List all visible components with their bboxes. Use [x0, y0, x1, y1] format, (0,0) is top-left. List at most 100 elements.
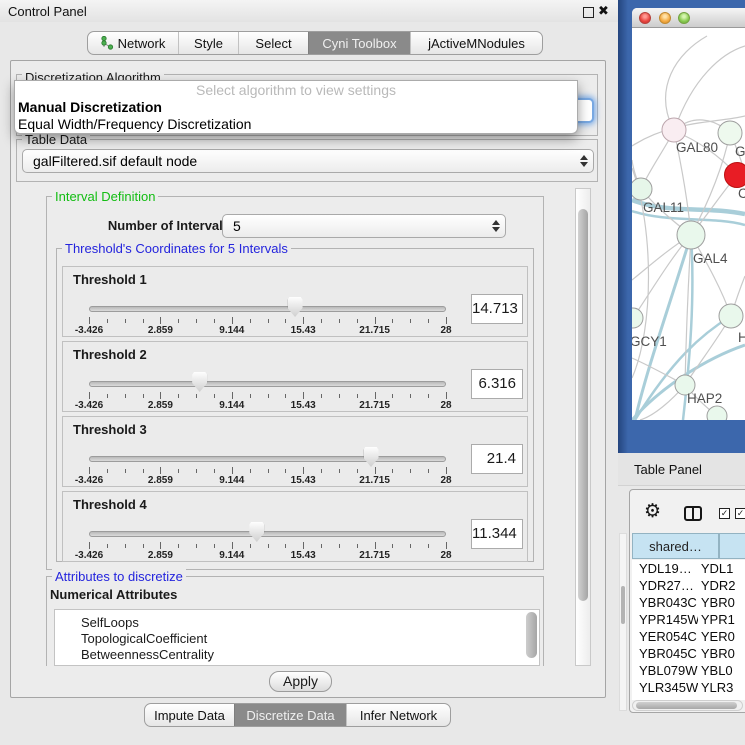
- attribute-list-item[interactable]: BetweennessCentrality: [55, 647, 539, 663]
- tab-infer-network[interactable]: Infer Network: [346, 704, 450, 726]
- scrollbar-thumb[interactable]: [578, 209, 588, 601]
- table-data-value: galFiltered.sif default node: [23, 153, 575, 169]
- threshold-label: Threshold 1: [73, 272, 147, 287]
- network-node[interactable]: [707, 406, 727, 420]
- network-node[interactable]: [662, 118, 686, 142]
- tab-select[interactable]: Select: [238, 32, 308, 54]
- numerical-attributes-label: Numerical Attributes: [50, 587, 177, 602]
- slider-ticks: [89, 317, 446, 325]
- network-view[interactable]: GAL80 GA C GAL11 GAL4 GCY1 HA HAP2: [632, 28, 745, 420]
- node-label: HA: [738, 330, 745, 345]
- node-label: C: [738, 186, 745, 201]
- table-panel-title: Table Panel: [634, 462, 702, 477]
- slider-ticks: [89, 542, 446, 550]
- network-node[interactable]: [677, 221, 705, 249]
- scrollbar-thumb[interactable]: [621, 586, 625, 624]
- table-horizontal-scrollbar[interactable]: [632, 700, 743, 711]
- table-rows: YDL19…YDL1YDR27…YDR2YBR043CYBR0YPR145WYP…: [632, 560, 745, 700]
- tab-jactivemnodules[interactable]: jActiveMNodules: [410, 32, 542, 54]
- threshold-panel: Threshold 4 -3.4262.8599.14415.4321.7152…: [62, 491, 528, 562]
- threshold-slider-handle[interactable]: [249, 522, 264, 542]
- network-node[interactable]: [718, 121, 742, 145]
- table-panel-bar: Table Panel: [618, 453, 745, 486]
- node-label: GCY1: [632, 334, 667, 349]
- control-panel-titlebar: Control Panel ✖: [0, 0, 618, 22]
- slider-scale-labels: -3.4262.8599.14415.4321.71528: [89, 325, 446, 337]
- numerical-attributes-list[interactable]: SelfLoopsTopologicalCoefficientBetweenne…: [54, 609, 540, 666]
- threshold-value-field[interactable]: 21.4: [471, 444, 523, 474]
- threshold-slider-track[interactable]: [89, 531, 446, 537]
- threshold-slider-track[interactable]: [89, 456, 446, 462]
- threshold-panel: Threshold 3 -3.4262.8599.14415.4321.7152…: [62, 416, 528, 487]
- tab-cyni-toolbox[interactable]: Cyni Toolbox: [308, 32, 410, 54]
- table-row[interactable]: YER054CYER0: [632, 628, 745, 645]
- slider-scale-labels: -3.4262.8599.14415.4321.71528: [89, 475, 446, 487]
- table-row[interactable]: YBR043CYBR0: [632, 594, 745, 611]
- close-icon[interactable]: ✖: [598, 3, 609, 19]
- interval-definition-title: Interval Definition: [52, 189, 158, 204]
- threshold-panel: Threshold 1 -3.4262.8599.14415.4321.7152…: [62, 266, 528, 337]
- settings-vertical-scrollbar[interactable]: [575, 188, 591, 666]
- slider-ticks: [89, 467, 446, 475]
- table-left-scrollbar[interactable]: [619, 533, 627, 711]
- dropdown-placeholder: Select algorithm to view settings: [15, 81, 577, 99]
- network-window: GAL80 GA C GAL11 GAL4 GCY1 HA HAP2: [632, 8, 745, 420]
- network-tab-icon: [101, 36, 114, 50]
- table-row[interactable]: YBR045CYBR0: [632, 645, 745, 662]
- network-node[interactable]: [632, 308, 643, 328]
- attribute-list-item[interactable]: SelfLoops: [55, 615, 539, 631]
- threshold-label: Threshold 3: [73, 422, 147, 437]
- tab-network[interactable]: Network: [88, 32, 178, 54]
- table-data-combobox[interactable]: galFiltered.sif default node: [22, 149, 594, 173]
- node-label: GA: [735, 144, 745, 159]
- close-traffic-light[interactable]: [639, 12, 651, 24]
- attributes-group-title: Attributes to discretize: [52, 569, 186, 584]
- network-window-titlebar[interactable]: [632, 8, 745, 28]
- split-panel-icon[interactable]: [684, 506, 702, 521]
- combo-stepper-icon: [575, 155, 593, 167]
- table-row[interactable]: YDL19…YDL1: [632, 560, 745, 577]
- network-node[interactable]: [632, 178, 652, 200]
- table-row[interactable]: YBL079WYBL0: [632, 662, 745, 679]
- network-node-selected[interactable]: [725, 163, 745, 188]
- tab-impute-data[interactable]: Impute Data: [145, 704, 234, 726]
- settings-viewport: Interval Definition Number of Intervals …: [16, 188, 575, 666]
- attributes-list-scrollbar[interactable]: [526, 612, 537, 658]
- checkbox-icon[interactable]: ✓: [719, 508, 730, 519]
- threshold-slider-track[interactable]: [89, 306, 446, 312]
- table-row[interactable]: YPR145WYPR1: [632, 611, 745, 628]
- checkbox-icon[interactable]: ✓: [735, 508, 745, 519]
- minimize-traffic-light[interactable]: [659, 12, 671, 24]
- tab-style[interactable]: Style: [178, 32, 238, 54]
- apply-button[interactable]: Apply: [269, 671, 332, 692]
- table-header-row: shared… na: [632, 533, 745, 559]
- threshold-slider-track[interactable]: [89, 381, 446, 387]
- combo-stepper-icon: [487, 220, 505, 232]
- number-of-intervals-combobox[interactable]: 5: [222, 214, 506, 238]
- threshold-slider-handle[interactable]: [364, 447, 379, 467]
- column-header-shared-name[interactable]: shared…: [632, 533, 719, 559]
- network-node[interactable]: [719, 304, 743, 328]
- scrollbar-thumb[interactable]: [636, 702, 737, 709]
- dropdown-option-manual[interactable]: Manual Discretization: [15, 99, 577, 116]
- threshold-value-field[interactable]: 6.316: [471, 369, 523, 399]
- threshold-slider-handle[interactable]: [288, 297, 303, 317]
- threshold-slider-handle[interactable]: [192, 372, 207, 392]
- threshold-label: Threshold 4: [73, 497, 147, 512]
- dropdown-option-equal-width[interactable]: Equal Width/Frequency Discretization: [15, 116, 577, 133]
- threshold-value-field[interactable]: 14.713: [471, 294, 523, 324]
- screen: Control Panel ✖ Network Style Select Cyn…: [0, 0, 745, 745]
- node-label: HAP2: [687, 391, 722, 406]
- algorithm-dropdown-popup: Select algorithm to view settings Manual…: [14, 80, 578, 134]
- tab-discretize-data[interactable]: Discretize Data: [234, 704, 346, 726]
- table-row[interactable]: YLR345WYLR3: [632, 679, 745, 696]
- float-window-icon[interactable]: [583, 7, 594, 18]
- threshold-value-field[interactable]: 11.344: [471, 519, 523, 549]
- zoom-traffic-light[interactable]: [678, 12, 690, 24]
- gear-icon[interactable]: ⚙: [644, 500, 661, 523]
- slider-scale-labels: -3.4262.8599.14415.4321.71528: [89, 550, 446, 562]
- attribute-list-item[interactable]: TopologicalCoefficient: [55, 631, 539, 647]
- control-panel-tabs: Network Style Select Cyni Toolbox jActiv…: [87, 31, 543, 55]
- column-header-name[interactable]: na: [719, 533, 745, 559]
- table-row[interactable]: YDR27…YDR2: [632, 577, 745, 594]
